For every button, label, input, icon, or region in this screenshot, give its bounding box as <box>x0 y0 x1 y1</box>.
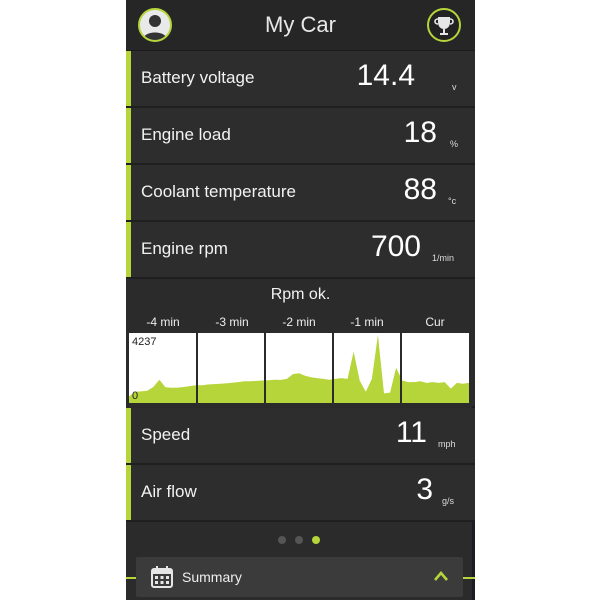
metric-unit: mph <box>438 439 456 449</box>
metric-label: Engine load <box>141 125 231 144</box>
metric-label: Battery voltage <box>141 68 255 87</box>
metric-label: Engine rpm <box>141 239 228 258</box>
metric-value: 11 <box>395 416 427 449</box>
rpm-chart: 4237 0 <box>129 333 469 403</box>
y-min-label: 0 <box>132 390 138 402</box>
app-header: My Car <box>126 0 475 51</box>
summary-label: Summary <box>182 569 242 585</box>
row-accent <box>126 408 131 463</box>
row-accent <box>126 465 131 520</box>
metric-value: 3 <box>416 473 433 506</box>
metric-label: Coolant temperature <box>141 182 296 201</box>
app-screen: My Car Battery voltage 14.4 v Engine loa… <box>126 0 475 600</box>
metric-value: 88 <box>403 173 437 206</box>
metric-value: 14.4 <box>356 59 415 92</box>
metric-label: Air flow <box>141 482 197 501</box>
metric-row-speed[interactable]: Speed 11 mph <box>126 408 475 465</box>
trophy-icon <box>434 17 454 35</box>
metric-row-air-flow[interactable]: Air flow 3 g/s <box>126 465 475 522</box>
metric-row-engine-rpm[interactable]: Engine rpm 700 1/min <box>126 222 475 279</box>
page-indicator <box>126 536 475 546</box>
metric-unit: v <box>452 82 457 92</box>
chevron-up-icon[interactable] <box>433 569 449 583</box>
metric-row-battery-voltage[interactable]: Battery voltage 14.4 v <box>126 51 475 108</box>
row-accent <box>126 108 131 163</box>
calendar-icon <box>151 566 173 588</box>
page-title: My Car <box>265 12 336 37</box>
page-dot[interactable] <box>295 536 303 544</box>
metric-unit: % <box>450 139 459 149</box>
metric-unit: 1/min <box>432 253 455 263</box>
achievements-button[interactable] <box>427 8 461 42</box>
metric-value: 18 <box>403 116 437 149</box>
metric-unit: g/s <box>442 496 455 506</box>
summary-bar[interactable]: Summary <box>136 557 463 597</box>
page-dot-active[interactable] <box>312 536 320 544</box>
metric-value: 700 <box>370 230 421 263</box>
y-max-label: 4237 <box>132 336 156 348</box>
row-accent <box>126 51 131 106</box>
metric-row-coolant-temperature[interactable]: Coolant temperature 88 °c <box>126 165 475 222</box>
row-accent <box>126 165 131 220</box>
metric-label: Speed <box>141 425 191 444</box>
rpm-chart-panel: Rpm ok. -4 min -3 min -2 min -1 min Cur … <box>126 279 475 406</box>
page-dot[interactable] <box>278 536 286 544</box>
metric-unit: °c <box>448 196 457 206</box>
metric-row-engine-load[interactable]: Engine load 18 % <box>126 108 475 165</box>
row-accent <box>126 222 131 277</box>
